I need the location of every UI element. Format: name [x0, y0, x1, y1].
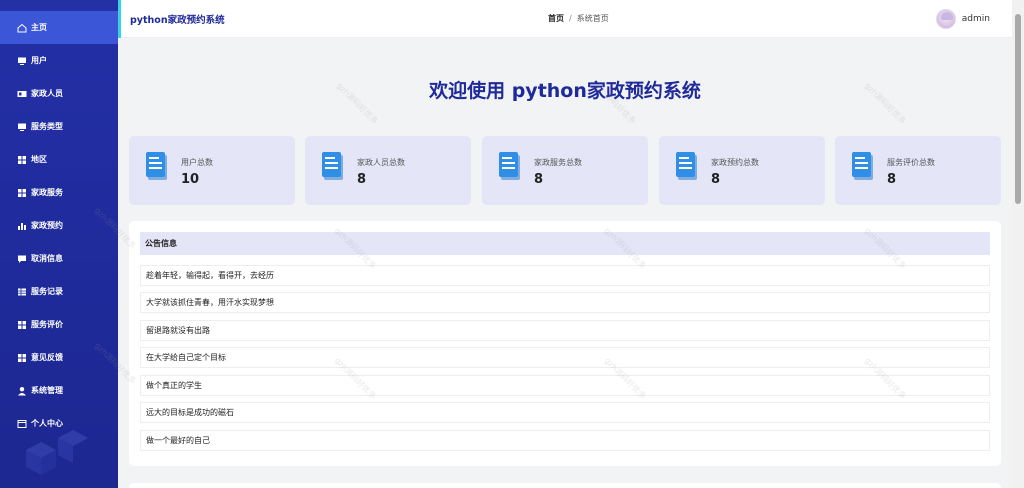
stat-label: 家政服务总数: [534, 158, 582, 167]
home-icon: [17, 23, 27, 33]
monitor-icon: [17, 56, 27, 66]
sidebar-item-label: 家政服务: [31, 188, 63, 197]
sidebar-item-region[interactable]: 地区: [0, 143, 118, 176]
sidebar-item-system[interactable]: 系统管理: [0, 374, 118, 407]
stat-label: 家政预约总数: [711, 158, 759, 167]
page-scrollbar[interactable]: [1012, 0, 1024, 488]
sidebar: 主页 用户 家政人员 服务类型 地区 家政服务 家政预约 取消信息 服务记录 服…: [0, 0, 118, 488]
notice-item[interactable]: 做一个最好的自己: [140, 430, 990, 451]
stat-label: 用户总数: [181, 158, 213, 167]
sidebar-item-label: 取消信息: [31, 254, 63, 263]
sidebar-item-label: 系统管理: [31, 386, 63, 395]
stat-card-services: 家政服务总数 8: [482, 136, 648, 205]
stat-card-staff: 家政人员总数 8: [305, 136, 471, 205]
notice-item[interactable]: 留退路就没有出路: [140, 320, 990, 341]
breadcrumb-separator: /: [569, 14, 572, 23]
notice-panel: 公告信息 趁着年轻，输得起，看得开，去经历 大学就该抓住青春，用汗水实现梦想 留…: [129, 221, 1001, 466]
stat-label: 家政人员总数: [357, 158, 405, 167]
monitor-icon: [17, 122, 27, 132]
breadcrumb: 首页 / 系统首页: [548, 13, 609, 24]
breadcrumb-home-link[interactable]: 首页: [548, 13, 564, 24]
notice-item[interactable]: 在大学给自己定个目标: [140, 347, 990, 368]
sidebar-item-label: 意见反馈: [31, 353, 63, 362]
sidebar-item-label: 主页: [31, 23, 47, 32]
grid-icon: [17, 353, 27, 363]
document-icon: [852, 152, 873, 180]
sidebar-item-label: 家政预约: [31, 221, 63, 230]
sidebar-item-records[interactable]: 服务记录: [0, 275, 118, 308]
bottom-panel: [129, 483, 1001, 488]
scrollbar-thumb[interactable]: [1015, 14, 1021, 204]
sidebar-item-users[interactable]: 用户: [0, 44, 118, 77]
grid-icon: [17, 320, 27, 330]
sidebar-item-service[interactable]: 家政服务: [0, 176, 118, 209]
card-icon: [17, 89, 27, 99]
stat-value: 10: [181, 172, 200, 187]
sidebar-item-cancel[interactable]: 取消信息: [0, 242, 118, 275]
document-icon: [676, 152, 697, 180]
stat-value: 8: [357, 172, 367, 187]
message-icon: [17, 254, 27, 264]
sidebar-item-label: 服务记录: [31, 287, 63, 296]
app-title: python家政预约系统: [130, 14, 225, 26]
sidebar-item-booking[interactable]: 家政预约: [0, 209, 118, 242]
table-icon: [17, 287, 27, 297]
sidebar-item-label: 家政人员: [31, 89, 63, 98]
notice-item[interactable]: 做个真正的学生: [140, 375, 990, 396]
notice-header: 公告信息: [140, 232, 990, 255]
username-label: admin: [961, 13, 990, 24]
cube-decoration-icon: [26, 430, 88, 475]
stat-card-reviews: 服务评价总数 8: [835, 136, 1001, 205]
avatar[interactable]: [935, 8, 956, 29]
user-icon: [17, 386, 27, 396]
sidebar-item-service-type[interactable]: 服务类型: [0, 110, 118, 143]
welcome-title: 欢迎使用 python家政预约系统: [429, 80, 701, 102]
top-header: python家政预约系统 首页 / 系统首页 admin: [118, 0, 1012, 38]
stat-value: 8: [887, 172, 897, 187]
main-content: 欢迎使用 python家政预约系统 用户总数 10 家政人员总数 8 家政服务总…: [93, 38, 1012, 488]
sidebar-item-staff[interactable]: 家政人员: [0, 77, 118, 110]
notice-item[interactable]: 远大的目标是成功的磁石: [140, 402, 990, 423]
document-icon: [499, 152, 520, 180]
document-icon: [322, 152, 343, 180]
sidebar-item-label: 服务评价: [31, 320, 63, 329]
sidebar-item-home[interactable]: 主页: [0, 11, 118, 44]
grid-icon: [17, 155, 27, 165]
document-icon: [146, 152, 167, 180]
grid-icon: [17, 188, 27, 198]
stat-card-users: 用户总数 10: [129, 136, 295, 205]
notice-item[interactable]: 趁着年轻，输得起，看得开，去经历: [140, 265, 990, 286]
sidebar-item-reviews[interactable]: 服务评价: [0, 308, 118, 341]
sidebar-item-label: 用户: [31, 56, 47, 65]
header-accent-bar: [118, 0, 121, 38]
stat-label: 服务评价总数: [887, 158, 935, 167]
sidebar-item-label: 地区: [31, 155, 47, 164]
stat-value: 8: [711, 172, 721, 187]
user-menu[interactable]: admin: [935, 8, 990, 29]
stat-value: 8: [534, 172, 544, 187]
breadcrumb-current: 系统首页: [576, 14, 609, 23]
bar-chart-icon: [17, 221, 27, 231]
notice-item[interactable]: 大学就该抓住青春，用汗水实现梦想: [140, 292, 990, 313]
sidebar-item-label: 服务类型: [31, 122, 63, 131]
stat-card-bookings: 家政预约总数 8: [659, 136, 825, 205]
sidebar-item-feedback[interactable]: 意见反馈: [0, 341, 118, 374]
